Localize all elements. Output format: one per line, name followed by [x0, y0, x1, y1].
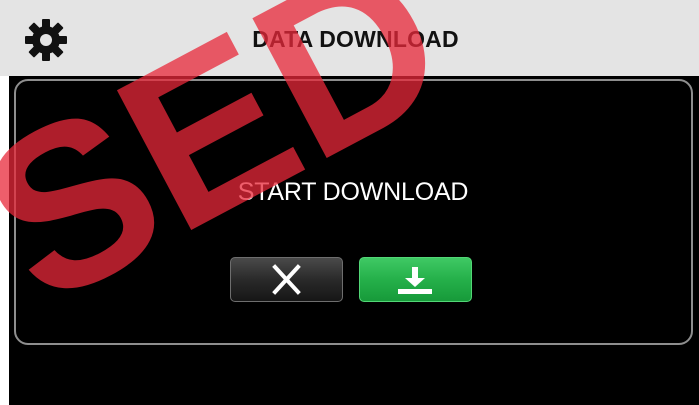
header-bar: DATA DOWNLOAD	[0, 0, 699, 76]
start-download-button[interactable]	[359, 257, 472, 302]
device-screen: DATA DOWNLOAD START DOWNLOAD SED	[0, 0, 699, 405]
close-icon	[272, 264, 301, 295]
dialog-panel	[14, 79, 693, 345]
dialog-message: START DOWNLOAD	[237, 178, 469, 206]
download-icon	[398, 267, 432, 294]
page-title: DATA DOWNLOAD	[252, 26, 459, 52]
cancel-button[interactable]	[230, 257, 343, 302]
